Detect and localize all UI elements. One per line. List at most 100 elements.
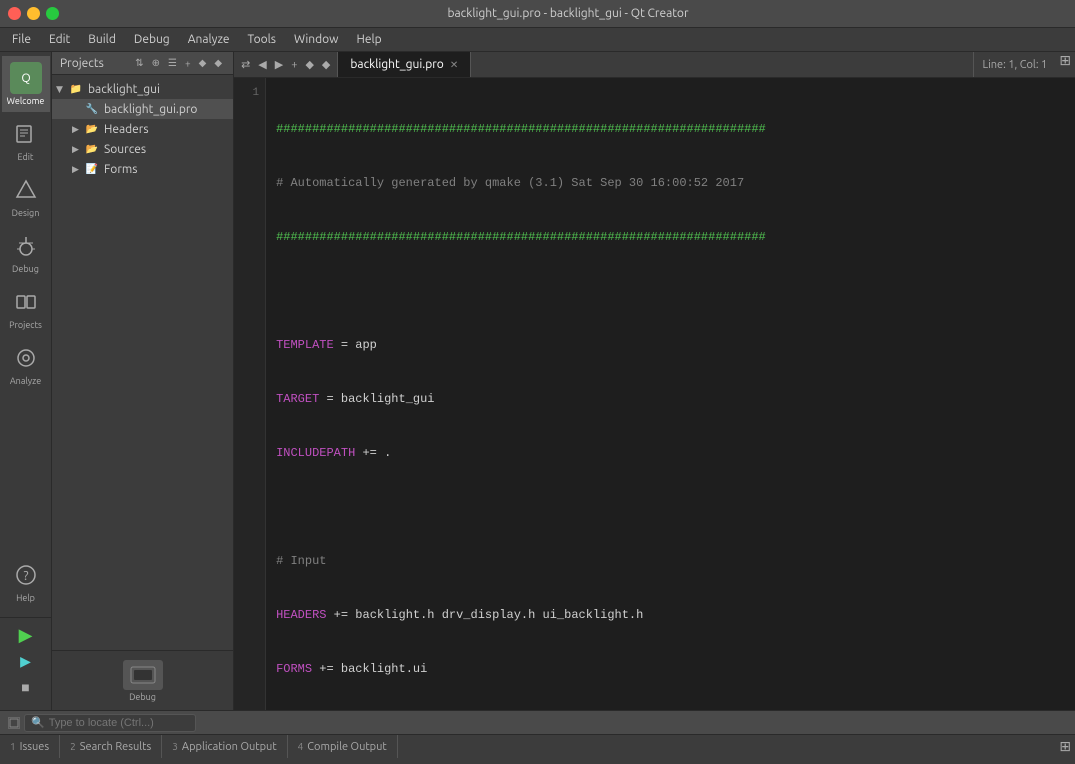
code-span: = backlight_gui [319,392,434,406]
bottom-tabs: 1 Issues 2 Search Results 3 Application … [0,734,1075,758]
panel-header: Projects ⇅ ⊕ ☰ + ◆ ◆ [52,52,233,75]
tree-item-pro[interactable]: 🔧 backlight_gui.pro [52,99,233,119]
search-icon: 🔍 [31,716,45,729]
bottom-tab-spacer [398,735,1056,758]
panel-title: Projects [60,57,104,70]
sidebar-item-analyze[interactable]: Analyze [2,336,50,392]
code-span: INCLUDEPATH [276,446,355,460]
menu-help[interactable]: Help [348,31,389,48]
sidebar-item-projects[interactable]: Projects [2,280,50,336]
locate-input[interactable] [49,717,189,729]
sidebar-item-design[interactable]: Design [2,168,50,224]
bottom-tab-search-results[interactable]: 2 Search Results [60,735,162,758]
panel-bottom-label: Debug [129,692,156,702]
welcome-icon: Q [10,62,42,94]
folder-headers-icon: 📂 [84,121,100,137]
maximize-button[interactable] [46,7,59,20]
code-line-5: TEMPLATE = app [276,336,1065,354]
tab-active[interactable]: backlight_gui.pro ✕ [338,52,471,77]
panel-nav-prev[interactable]: ◆ [196,56,210,70]
code-span: += . [355,446,391,460]
code-span: # Input [276,554,326,568]
run-debug-button[interactable]: ▶ [4,650,48,672]
menu-file[interactable]: File [4,31,39,48]
tab-ctrl-fwd[interactable]: ▶ [272,57,286,72]
panel-add-btn[interactable]: ⊕ [149,56,163,70]
debug-panel-icon [123,660,163,690]
panel-plus-btn[interactable]: + [182,57,194,70]
bottom-tab-controls: ⊞ [1055,735,1075,758]
menubar: File Edit Build Debug Analyze Tools Wind… [0,28,1075,52]
tree-item-headers[interactable]: ▶ 📂 Headers [52,119,233,139]
svg-text:?: ? [23,569,28,583]
menu-tools[interactable]: Tools [240,31,285,48]
tab-ctrl-back[interactable]: ◀ [255,57,269,72]
panel-sort-btn[interactable]: ⇅ [132,56,146,70]
sidebar-label-debug: Debug [12,264,39,274]
panel-menu-btn[interactable]: ☰ [165,56,180,70]
tab-split-button[interactable]: ⊞ [1055,52,1075,77]
sidebar-label-welcome: Welcome [7,96,45,106]
close-button[interactable] [8,7,21,20]
code-span: HEADERS [276,608,326,622]
tab-label-compile-output: Compile Output [307,741,386,753]
tree-label-root: backlight_gui [88,83,160,96]
menu-edit[interactable]: Edit [41,31,78,48]
code-content[interactable]: ########################################… [266,78,1075,710]
panel-nav-next[interactable]: ◆ [211,56,225,70]
sidebar-item-debug[interactable]: Debug [2,224,50,280]
code-span: += backlight.ui [312,662,427,676]
code-editor[interactable]: 1 ########################## [234,78,1075,710]
sidebar-item-edit[interactable]: Edit [2,112,50,168]
code-line-7: INCLUDEPATH += . [276,444,1065,462]
bottom-tab-grid-icon[interactable]: ⊞ [1059,738,1071,755]
window-title: backlight_gui.pro - backlight_gui - Qt C… [69,7,1067,20]
bottom-tab-compile-output[interactable]: 4 Compile Output [288,735,398,758]
tab-ctrl-nav2[interactable]: ◆ [319,57,333,72]
svg-text:Q: Q [21,72,30,85]
play-icon: ▶ [19,625,33,646]
menu-analyze[interactable]: Analyze [180,31,238,48]
tree-label-forms: Forms [104,163,137,176]
tab-close-button[interactable]: ✕ [450,59,458,71]
tab-line-info: Line: 1, Col: 1 [973,52,1055,77]
sidebar-item-welcome[interactable]: Q Welcome [2,56,50,112]
folder-forms-icon: 📝 [84,161,100,177]
tree-item-root[interactable]: ▼ 📁 backlight_gui [52,79,233,99]
menu-build[interactable]: Build [80,31,124,48]
debug-play-icon: ▶ [20,653,31,670]
run-stop-button[interactable]: ■ [4,676,48,698]
titlebar: backlight_gui.pro - backlight_gui - Qt C… [0,0,1075,28]
editor-area: ⇄ ◀ ▶ + ◆ ◆ backlight_gui.pro ✕ Line: 1,… [234,52,1075,710]
statusbar-search[interactable]: 🔍 [24,714,196,732]
minimize-button[interactable] [27,7,40,20]
sidebar-label-analyze: Analyze [10,376,41,386]
code-line-1: ########################################… [276,120,1065,138]
tree-item-forms[interactable]: ▶ 📝 Forms [52,159,233,179]
menu-window[interactable]: Window [286,31,346,48]
folder-root-icon: 📁 [68,81,84,97]
window-controls[interactable] [8,7,59,20]
bottom-tab-issues[interactable]: 1 Issues [0,735,60,758]
tab-ctrl-add[interactable]: + [288,58,300,72]
tab-ctrl-nav1[interactable]: ◆ [302,57,316,72]
project-tree: ▼ 📁 backlight_gui 🔧 backlight_gui.pro ▶ … [52,75,233,650]
code-line-3: ########################################… [276,228,1065,246]
tab-num-4: 4 [298,741,304,752]
code-span: TARGET [276,392,319,406]
tree-label-sources: Sources [104,143,146,156]
tab-num-2: 2 [70,741,76,752]
code-line-9: # Input [276,552,1065,570]
sidebar-item-help[interactable]: ? Help [2,553,50,609]
menu-debug[interactable]: Debug [126,31,178,48]
code-line-8 [276,498,1065,516]
run-controls: ▶ ▶ ■ [0,617,52,704]
sidebar-label-edit: Edit [18,152,34,162]
tab-ctrl-swap[interactable]: ⇄ [238,57,253,72]
bottom-tab-app-output[interactable]: 3 Application Output [162,735,287,758]
folder-sources-icon: 📂 [84,141,100,157]
projects-panel: Projects ⇅ ⊕ ☰ + ◆ ◆ ▼ 📁 backlight_gui 🔧 [52,52,234,710]
tree-item-sources[interactable]: ▶ 📂 Sources [52,139,233,159]
run-play-button[interactable]: ▶ [4,624,48,646]
code-line-11: FORMS += backlight.ui [276,660,1065,678]
